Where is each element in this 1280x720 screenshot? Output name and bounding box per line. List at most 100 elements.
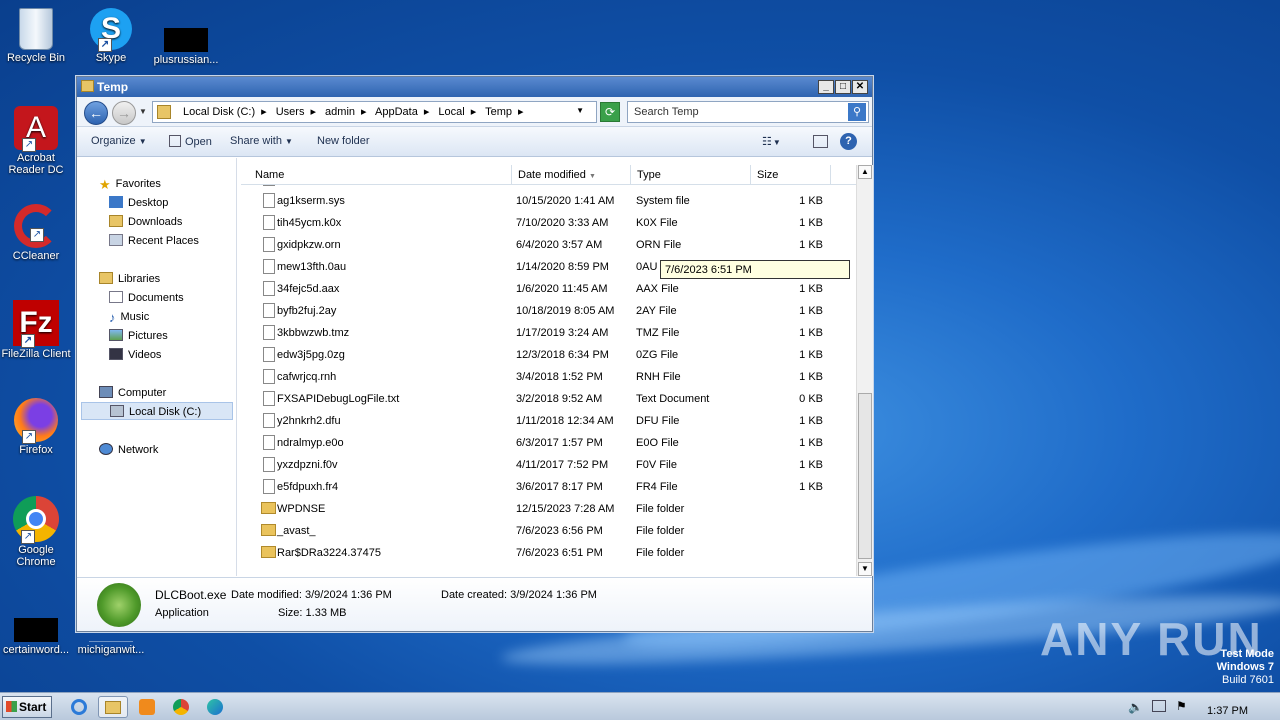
desktop-icon-certainword[interactable]: certainword...	[0, 598, 74, 656]
file-row[interactable]: e5fdpuxh.fr4 3/6/2017 8:17 PM FR4 File 1 KB	[241, 476, 858, 498]
desktop-icon-label: Recycle Bin	[6, 52, 66, 64]
desktop-icon	[109, 196, 123, 208]
nav-pictures[interactable]: Pictures	[109, 329, 168, 342]
nav-local-disk[interactable]: Local Disk (C:)	[81, 402, 233, 420]
minimize-button[interactable]: _	[818, 80, 834, 94]
file-row[interactable]: y2hnkrh2.dfu 1/11/2018 12:34 AM DFU File 1 …	[241, 410, 858, 432]
refresh-button[interactable]: ⟳	[600, 102, 620, 122]
desktop-icon-plusrussian[interactable]: plusrussian...	[148, 8, 224, 66]
desktop-icon-chrome[interactable]: ↗ Google Chrome	[0, 496, 74, 568]
nav-recent-places[interactable]: Recent Places	[109, 234, 199, 247]
taskbar-explorer-icon[interactable]	[98, 696, 128, 718]
back-button[interactable]: ←	[84, 101, 108, 125]
taskbar-ie-icon[interactable]	[68, 696, 92, 718]
file-name: mew13fth.0au	[277, 261, 347, 273]
breadcrumb-admin[interactable]: admin	[325, 106, 355, 118]
file-row[interactable]: 34fejc5d.aax 1/6/2020 11:45 AM AAX File 1 K…	[241, 278, 858, 300]
file-row[interactable]: yxzdpzni.f0v 4/11/2017 7:52 PM F0V File 1 K…	[241, 454, 858, 476]
desktop-icon-filezilla[interactable]: Fz ↗ FileZilla Client	[0, 300, 74, 360]
breadcrumb-separator[interactable]: ▸	[361, 106, 367, 118]
file-date-modified: 3/2/2018 9:52 AM	[516, 393, 603, 405]
nav-desktop[interactable]: Desktop	[109, 196, 168, 209]
preview-pane-icon[interactable]	[813, 135, 828, 148]
file-row[interactable]: 3kbbwzwb.tmz 1/17/2019 3:24 AM TMZ File 1 K…	[241, 322, 858, 344]
nav-music[interactable]: ♪ Music	[109, 310, 149, 325]
desktop-icon-acrobat[interactable]: A ↗ Acrobat Reader DC	[0, 106, 74, 176]
column-size[interactable]: Size	[751, 165, 831, 185]
network-tray-icon[interactable]	[1152, 700, 1166, 712]
file-type: ORN File	[636, 239, 682, 251]
file-row[interactable]: edw3j5pg.0zg 12/3/2018 6:34 PM 0ZG File 1 K…	[241, 344, 858, 366]
file-size: 1 KB	[799, 327, 823, 339]
black-file-icon	[164, 28, 208, 52]
nav-network[interactable]: Network	[99, 443, 158, 456]
close-button[interactable]: ✕	[852, 80, 868, 94]
scroll-thumb[interactable]	[858, 393, 872, 559]
folder-icon	[261, 524, 276, 536]
breadcrumb-appdata[interactable]: AppData	[375, 106, 418, 118]
file-row[interactable]: ndralmyp.e0o 6/3/2017 1:57 PM E0O File 1 KB	[241, 432, 858, 454]
view-icon[interactable]: ☷ ▼	[762, 135, 781, 148]
address-dropdown-icon[interactable]: ▼	[576, 106, 584, 115]
file-row[interactable]: tih45ycm.k0x 7/10/2020 3:33 AM K0X File 1 K…	[241, 212, 858, 234]
desktop-icon-ccleaner[interactable]: ↗ CCleaner	[0, 204, 74, 262]
desktop-icon-skype[interactable]: S ↗ Skype	[73, 8, 149, 64]
nav-documents[interactable]: Documents	[109, 291, 184, 304]
column-date-modified[interactable]: Date modified ▼	[512, 165, 631, 185]
breadcrumb-separator[interactable]: ▸	[471, 106, 477, 118]
file-name: e5fdpuxh.fr4	[277, 481, 339, 493]
nav-downloads[interactable]: Downloads	[109, 215, 182, 228]
details-date-created: Date created: 3/9/2024 1:36 PM	[441, 589, 597, 601]
breadcrumb-users[interactable]: Users	[276, 106, 305, 118]
share-with-button[interactable]: Share with ▼	[230, 135, 293, 147]
file-row[interactable]: gxidpkzw.orn 6/4/2020 3:57 AM ORN File 1 KB	[241, 234, 858, 256]
breadcrumb-separator[interactable]: ▸	[424, 106, 430, 118]
desktop-icon-recycle-bin[interactable]: Recycle Bin	[0, 8, 74, 64]
scroll-down-arrow[interactable]: ▼	[858, 562, 872, 576]
taskbar-media-player-icon[interactable]	[136, 696, 160, 718]
address-bar[interactable]: Local Disk (C:) ▸ Users ▸ admin ▸ AppData ▸ …	[152, 101, 597, 123]
speaker-icon[interactable]: 🔈	[1128, 700, 1143, 714]
open-label: Open	[185, 136, 212, 148]
column-name[interactable]: Name	[249, 165, 512, 185]
desktop-icon-firefox[interactable]: ↗ Firefox	[0, 398, 74, 456]
recycle-bin-icon	[19, 8, 53, 50]
nav-videos[interactable]: Videos	[109, 348, 161, 361]
recent-pages-dropdown[interactable]: ▼	[139, 107, 147, 116]
breadcrumb-separator[interactable]: ▸	[261, 106, 267, 118]
file-type: System file	[636, 195, 690, 207]
help-icon[interactable]: ?	[840, 133, 857, 150]
nav-computer[interactable]: Computer	[99, 386, 166, 399]
file-row[interactable]: cafwrjcq.rnh 3/4/2018 1:52 PM RNH File 1 KB	[241, 366, 858, 388]
breadcrumb-local[interactable]: Local	[438, 106, 464, 118]
file-row[interactable]: FXSAPIDebugLogFile.txt 3/2/2018 9:52 AM Te…	[241, 388, 858, 410]
forward-button[interactable]: →	[112, 101, 136, 125]
column-type[interactable]: Type	[631, 165, 751, 185]
search-icon[interactable]: ⚲	[848, 103, 866, 121]
organize-button[interactable]: Organize ▼	[91, 135, 147, 147]
breadcrumb-local-disk[interactable]: Local Disk (C:)	[183, 106, 255, 118]
folder-row[interactable]: _avast_ 7/6/2023 6:56 PM File folder	[241, 520, 858, 542]
scroll-up-arrow[interactable]: ▲	[858, 165, 872, 179]
folder-row[interactable]: Rar$DRa3224.37475 7/6/2023 6:51 PM File fo…	[241, 542, 858, 564]
nav-favorites[interactable]: ★ Favorites	[99, 177, 161, 192]
maximize-button[interactable]: □	[835, 80, 851, 94]
new-folder-button[interactable]: New folder	[317, 135, 370, 147]
breadcrumb-separator[interactable]: ▸	[518, 106, 524, 118]
nav-libraries[interactable]: Libraries	[99, 272, 160, 285]
folder-row[interactable]: WPDNSE 12/15/2023 7:28 AM File folder	[241, 498, 858, 520]
action-center-flag-icon[interactable]: ⚑	[1176, 699, 1187, 713]
breadcrumb-separator[interactable]: ▸	[310, 106, 316, 118]
taskbar-edge-icon[interactable]	[204, 696, 228, 718]
file-row[interactable]: byfb2fuj.2ay 10/18/2019 8:05 AM 2AY File 1 …	[241, 300, 858, 322]
window-titlebar[interactable]: Temp _ □ ✕	[77, 77, 872, 97]
breadcrumb-temp[interactable]: Temp	[485, 106, 512, 118]
clock[interactable]: 1:37 PM	[1207, 705, 1248, 717]
vertical-scrollbar[interactable]: ▲ ▼	[856, 165, 873, 576]
open-button[interactable]: Open	[169, 135, 212, 148]
file-row[interactable]: ag1kserm.sys 10/15/2020 1:41 AM System fil…	[241, 190, 858, 212]
file-type: F0V File	[636, 459, 677, 471]
start-button[interactable]: Start	[2, 696, 52, 718]
taskbar-chrome-icon[interactable]	[170, 696, 194, 718]
search-input[interactable]: Search Temp ⚲	[627, 101, 869, 123]
